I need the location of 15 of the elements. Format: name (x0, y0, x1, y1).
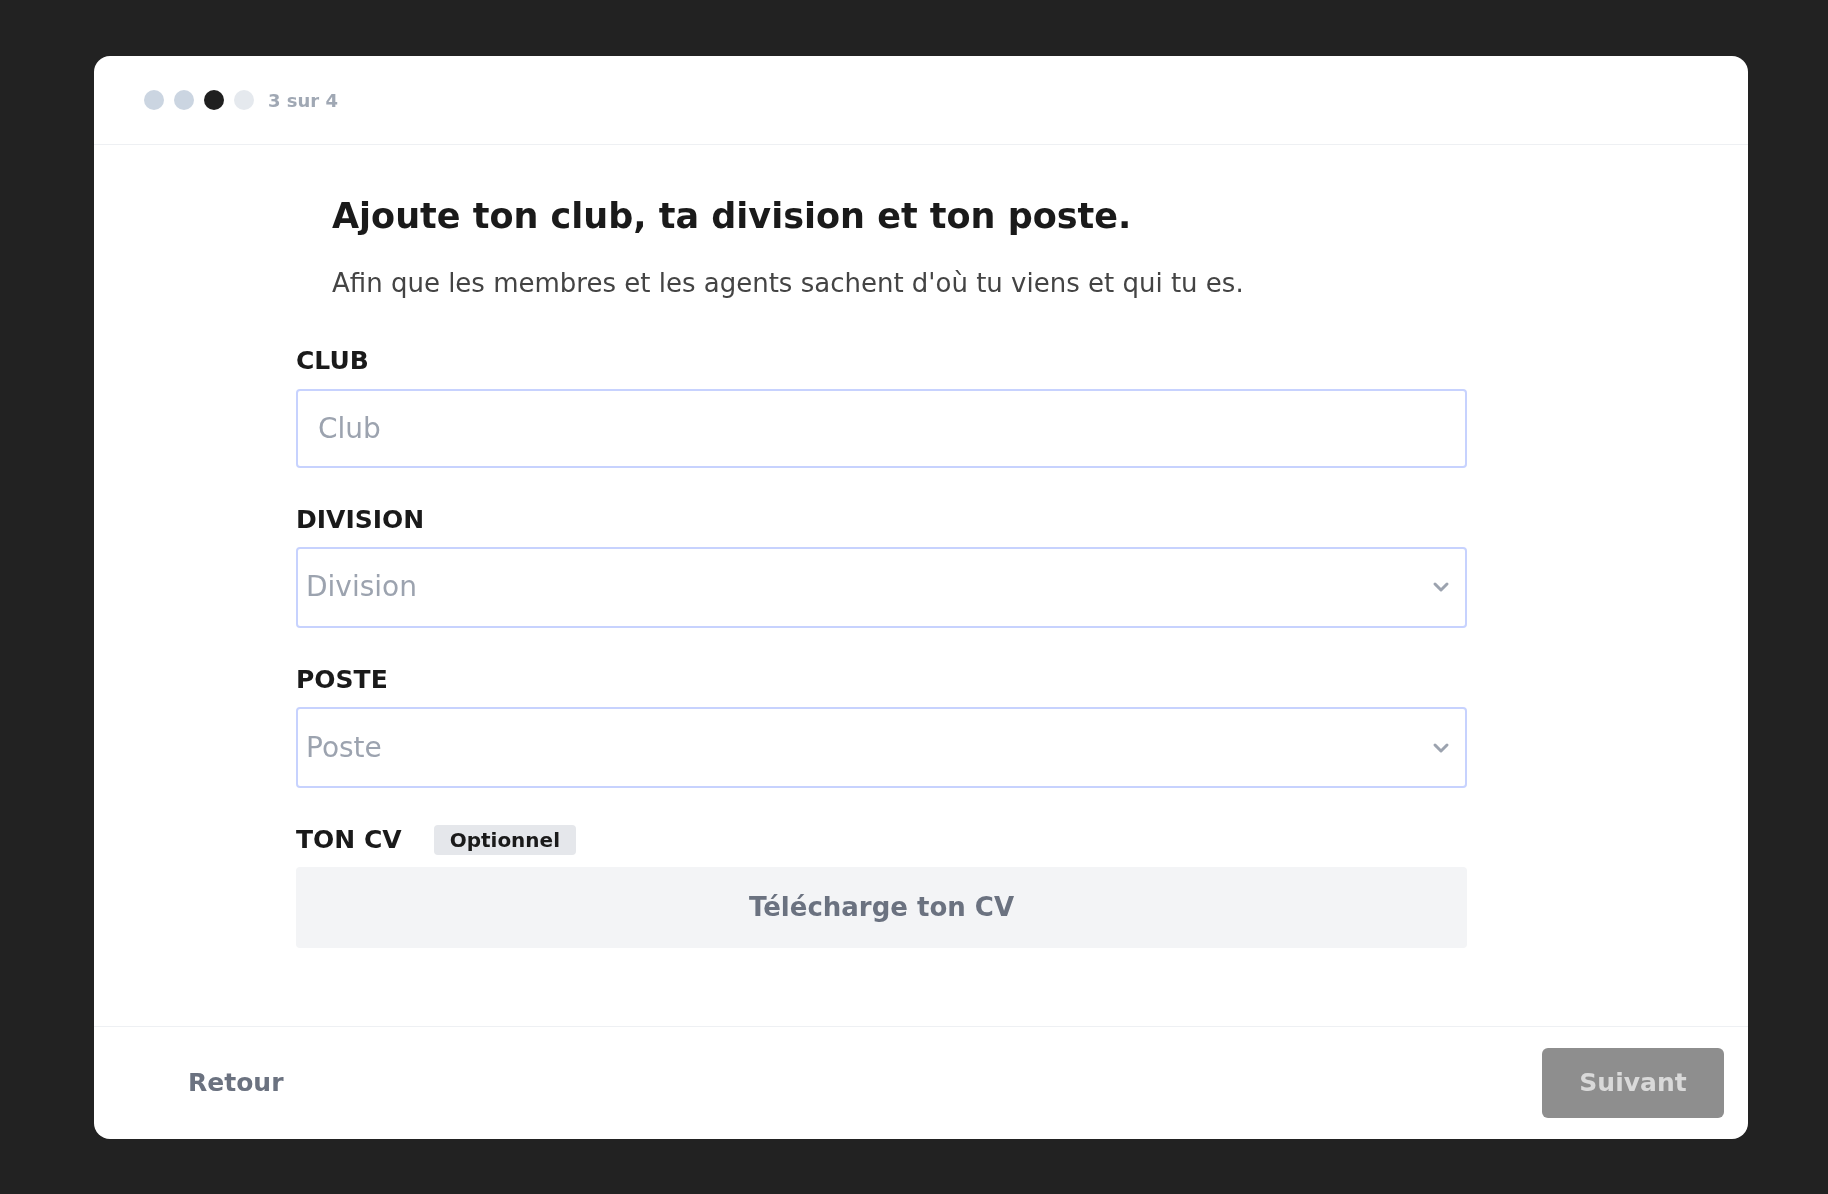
field-label: POSTE (296, 663, 388, 695)
select-placeholder: Poste (306, 729, 382, 766)
field-label: CLUB (296, 345, 369, 377)
upload-button[interactable]: Télécharge ton CV (296, 867, 1467, 949)
optional-badge: Optionnel (433, 824, 576, 855)
club-input-field[interactable]: Club (296, 388, 1467, 468)
field-label: DIVISION (296, 503, 425, 535)
subtitle: Afin que les membres et les agents sachent d'où tu viens et qui tu es. (332, 266, 1245, 300)
select-placeholder: Division (306, 569, 417, 606)
back-button[interactable]: Retour (188, 1064, 284, 1102)
progress-label: 3 sur 4 (268, 88, 338, 113)
field-label: TON CV (296, 824, 402, 856)
heading: Ajoute ton club, ta division et ton poste. (332, 195, 1133, 238)
select-field[interactable]: Poste (296, 707, 1467, 788)
select-field[interactable]: Division (296, 546, 1467, 628)
